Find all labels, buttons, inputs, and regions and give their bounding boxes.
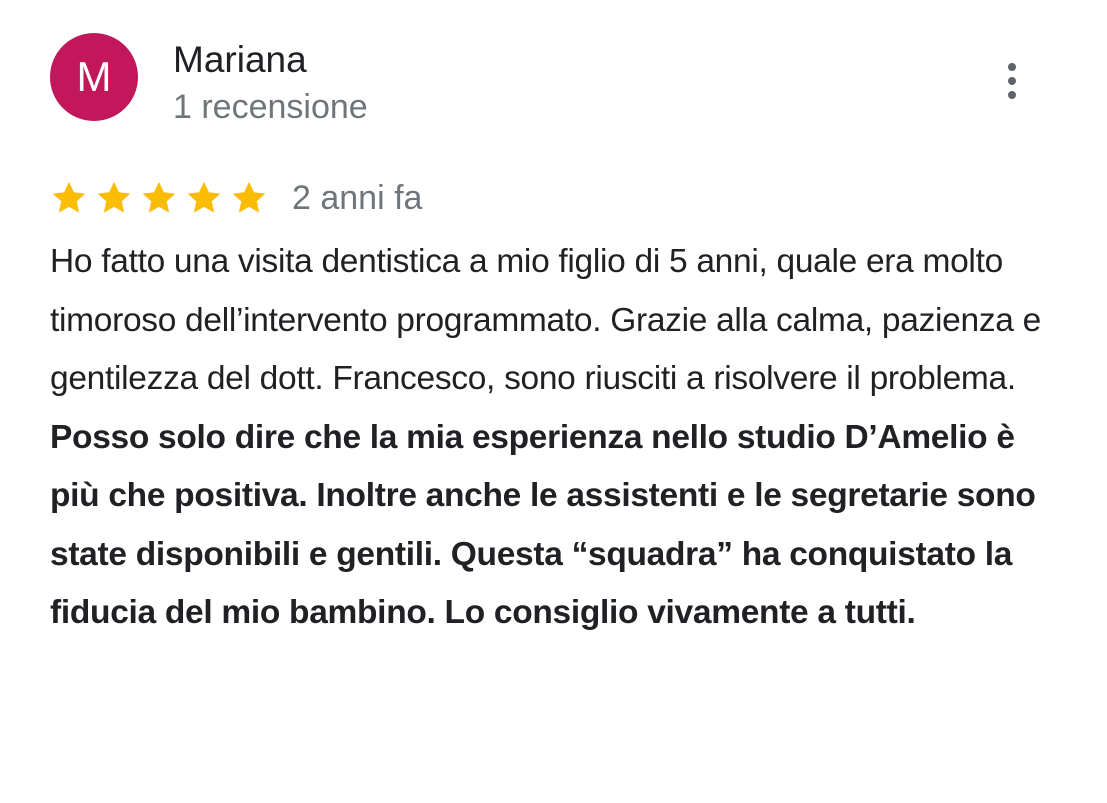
avatar[interactable]: M <box>50 33 138 121</box>
avatar-initial: M <box>76 53 112 100</box>
review-date: 2 anni fa <box>292 179 423 217</box>
more-vert-icon-dot <box>1008 63 1016 71</box>
more-vert-icon-dot <box>1008 91 1016 99</box>
more-vert-icon-dot <box>1008 77 1016 85</box>
star-icon <box>52 181 86 213</box>
star-icon <box>187 181 221 213</box>
review-text: Ho fatto una visita dentistica a mio fig… <box>50 233 1050 643</box>
review-card: M Mariana 1 recensione 2 anni fa Ho fatt… <box>0 0 1107 803</box>
review-text-bold: Posso solo dire che la mia esperienza ne… <box>50 418 1036 632</box>
star-icon <box>97 181 131 213</box>
author-name[interactable]: Mariana <box>173 38 307 82</box>
star-icon <box>232 181 266 213</box>
more-options-button[interactable] <box>992 58 1032 104</box>
author-review-count[interactable]: 1 recensione <box>173 86 368 128</box>
rating-row: 2 anni fa <box>50 175 422 221</box>
star-rating <box>50 179 268 217</box>
review-text-regular: Ho fatto una visita dentistica a mio fig… <box>50 243 1041 397</box>
star-icon <box>142 181 176 213</box>
